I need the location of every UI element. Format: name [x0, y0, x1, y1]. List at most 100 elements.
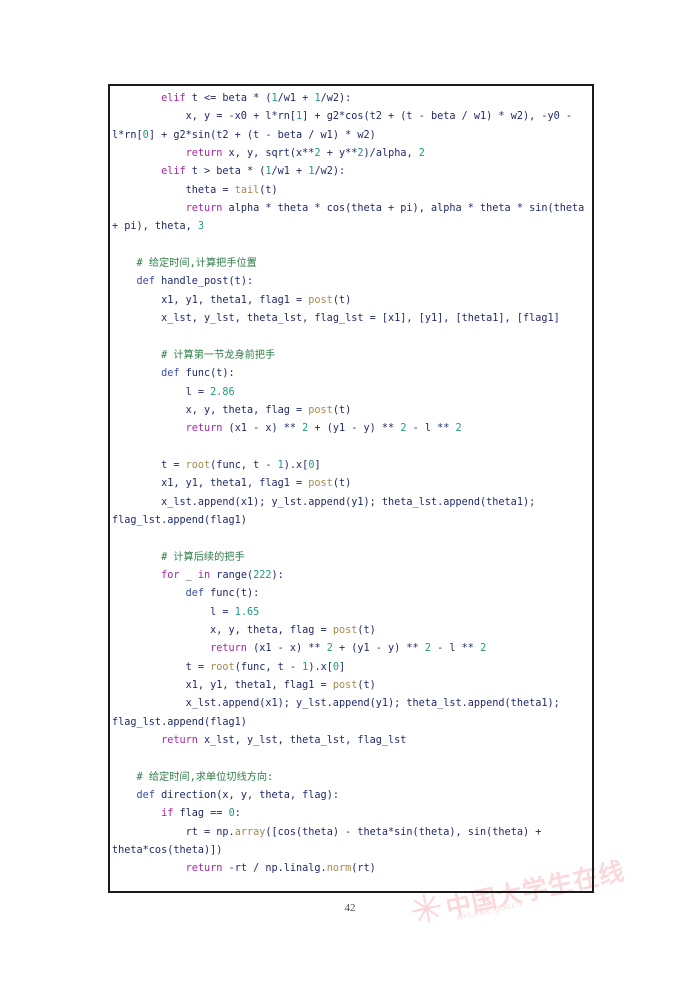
- code-line: def func(t):: [112, 585, 590, 603]
- code-token: elif: [161, 93, 186, 104]
- code-token: def: [185, 588, 205, 600]
- code-line: x, y, theta, flag = post(t): [112, 402, 590, 420]
- code-line: t = root(func, t - 1).x[0]: [112, 457, 590, 475]
- code-line: def direction(x, y, theta, flag):: [112, 787, 590, 805]
- code-line: return -rt / np.linalg.norm(rt): [112, 860, 590, 878]
- code-token: (t): [332, 478, 352, 490]
- code-line: elif t > beta * (1/w1 + 1/w2):: [112, 163, 590, 181]
- code-token: ).x[: [308, 661, 333, 673]
- code-line: x, y, theta, flag = post(t): [112, 622, 590, 640]
- code-line: if flag == 0:: [112, 805, 590, 823]
- code-token: def: [136, 790, 155, 802]
- code-token: rt = np.: [112, 826, 235, 838]
- code-line: x, y = -x0 + l*rn[1] + g2*cos(t2 + (t - …: [112, 108, 590, 145]
- code-token: t <= beta * (: [185, 93, 272, 104]
- code-token: x_lst.append(x1); y_lst.append(y1); thet…: [112, 496, 542, 526]
- code-token: _: [179, 569, 198, 581]
- code-token: if: [161, 808, 174, 820]
- code-token: - l **: [406, 423, 456, 435]
- code-line: return (x1 - x) ** 2 + (y1 - y) ** 2 - l…: [112, 640, 590, 658]
- code-line: # 计算后续的把手: [112, 549, 590, 567]
- code-token: 2.86: [210, 386, 235, 398]
- code-token: in: [197, 569, 211, 581]
- code-line: # 计算第一节龙身前把手: [112, 347, 590, 365]
- code-token: func(t):: [179, 368, 235, 380]
- code-line: x_lst.append(x1); y_lst.append(y1); thet…: [112, 695, 590, 732]
- code-token: (x1 - x) **: [246, 643, 327, 655]
- code-token: return: [185, 423, 223, 435]
- code-line: theta = tail(t): [112, 182, 590, 200]
- code-token: x, y,: [222, 148, 266, 160]
- code-line: return (x1 - x) ** 2 + (y1 - y) ** 2 - l…: [112, 420, 590, 438]
- code-line: l = 1.65: [112, 604, 590, 622]
- code-token: post: [308, 404, 333, 416]
- code-token: # 给定时间,求单位切线方向:: [136, 771, 274, 783]
- code-token: (func, t -: [210, 459, 278, 471]
- code-token: (t): [332, 294, 352, 306]
- code-token: func(t):: [204, 588, 260, 600]
- code-token: range(: [210, 569, 254, 581]
- code-line: t = root(func, t - 1).x[0]: [112, 659, 590, 677]
- code-token: tail: [234, 184, 260, 196]
- code-token: 2: [480, 643, 487, 655]
- code-token: # 计算第一节龙身前把手: [161, 349, 276, 361]
- code-token: post: [308, 294, 333, 306]
- code-token: :: [234, 808, 241, 820]
- code-token: (t): [259, 184, 278, 196]
- code-token: ]: [314, 459, 321, 471]
- code-line: # 给定时间,计算把手位置: [112, 255, 590, 273]
- code-token: return: [185, 148, 223, 160]
- code-token: array: [234, 826, 266, 838]
- code-line: return alpha * theta * cos(theta + pi), …: [112, 200, 590, 237]
- code-token: (x**: [289, 148, 315, 160]
- code-line: x1, y1, theta1, flag1 = post(t): [112, 292, 590, 310]
- code-token: + y**: [320, 148, 358, 160]
- code-token: def: [161, 368, 180, 380]
- code-token: (func, t -: [234, 661, 303, 673]
- code-line: def func(t):: [112, 365, 590, 383]
- code-token: x, y = -x0 + l*rn[: [112, 111, 297, 123]
- code-line: x1, y1, theta1, flag1 = post(t): [112, 677, 590, 695]
- code-token: post: [332, 680, 358, 691]
- code-token: ):: [271, 569, 284, 581]
- code-token: - l **: [430, 643, 481, 655]
- code-token: (t): [332, 404, 352, 416]
- code-token: ).x[: [283, 459, 309, 471]
- code-token: t > beta * (: [185, 166, 266, 178]
- code-token: sqrt: [265, 148, 290, 160]
- code-line: for _ in range(222):: [112, 567, 590, 585]
- code-line: # 给定时间,求单位切线方向:: [112, 769, 590, 787]
- code-token: (t): [357, 680, 376, 691]
- code-token: 2: [418, 148, 425, 160]
- code-block-box: elif t <= beta * (1/w1 + 1/w2): x, y = -…: [108, 84, 594, 893]
- code-token: # 给定时间,计算把手位置: [136, 258, 257, 270]
- code-token: direction(x, y, theta, flag):: [154, 790, 339, 802]
- page-number: 42: [344, 902, 356, 914]
- code-token: (rt): [351, 863, 376, 875]
- code-token: theta =: [112, 184, 235, 196]
- code-line: rt = np.array([cos(theta) - theta*sin(th…: [112, 824, 590, 861]
- code-line: x_lst.append(x1); y_lst.append(y1); thet…: [112, 494, 590, 531]
- code-token: flag ==: [173, 808, 229, 820]
- code-token: x_lst, y_lst, theta_lst, flag_lst = [x1]…: [112, 313, 560, 325]
- code-token: return: [185, 863, 223, 875]
- code-token: x1, y1, theta1, flag1 =: [112, 294, 309, 306]
- code-line: return x_lst, y_lst, theta_lst, flag_lst: [112, 732, 590, 750]
- code-token: post: [308, 478, 333, 490]
- code-token: root: [185, 459, 211, 471]
- code-listing: elif t <= beta * (1/w1 + 1/w2): x, y = -…: [110, 86, 592, 879]
